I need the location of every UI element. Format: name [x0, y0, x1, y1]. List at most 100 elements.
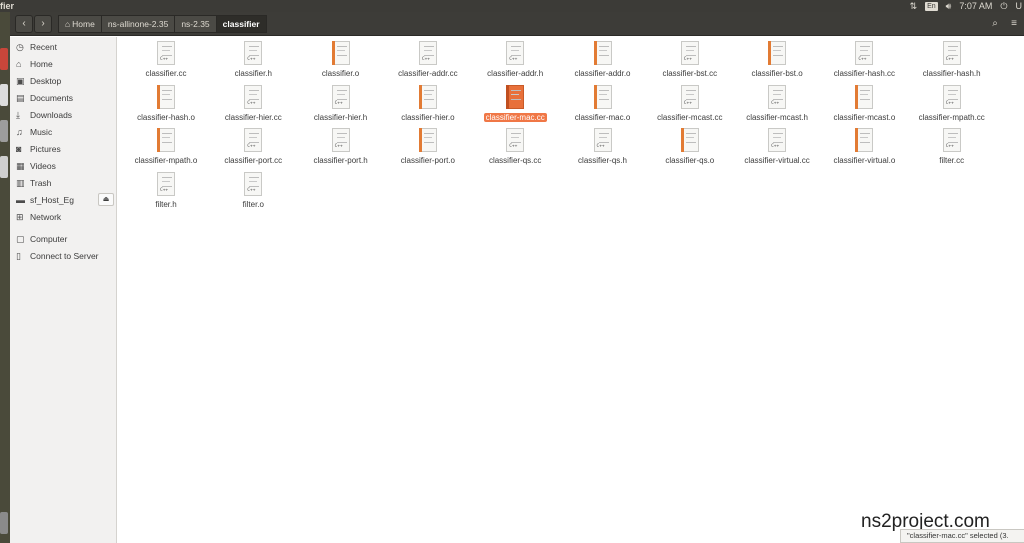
file-icon: C++ — [506, 41, 525, 65]
file-icon — [506, 84, 525, 109]
file-item[interactable]: C++ classifier.cc — [122, 38, 210, 80]
file-name-text: classifier.h — [234, 69, 272, 78]
file-name-text: classifier-qs.cc — [488, 156, 542, 165]
file-item[interactable]: classifier-mcast.o — [820, 82, 908, 124]
menu-button[interactable]: ≡ — [1006, 15, 1022, 33]
file-name-text: classifier-mac.cc — [483, 112, 547, 122]
file-item[interactable]: C++ classifier-port.cc — [209, 125, 297, 167]
search-button[interactable]: ⌕ — [986, 15, 1004, 33]
file-item[interactable]: C++ filter.cc — [908, 125, 996, 167]
keyboard-layout-indicator[interactable]: En — [925, 1, 938, 11]
window-title: fier — [0, 1, 15, 11]
file-icon — [855, 84, 874, 109]
file-item[interactable]: classifier-hier.o — [384, 82, 472, 124]
file-icon — [331, 41, 350, 65]
sidebar-item-connect-to-server[interactable]: ▯ Connect to Server — [10, 248, 116, 264]
file-item[interactable]: classifier-addr.o — [559, 38, 647, 80]
file-item[interactable]: C++ classifier-mcast.cc — [646, 82, 734, 124]
launcher-app-icon[interactable] — [0, 156, 8, 178]
file-item[interactable]: classifier.o — [297, 38, 385, 80]
file-name: classifier-port.o — [384, 156, 472, 165]
launcher-app-icon[interactable] — [0, 120, 8, 142]
forward-button[interactable]: › — [34, 15, 52, 33]
file-item[interactable]: C++ classifier-bst.cc — [646, 38, 734, 80]
sidebar-item-pictures[interactable]: ◙ Pictures — [10, 141, 116, 157]
clock[interactable]: 7:07 AM — [959, 0, 992, 12]
sidebar-item-documents[interactable]: ▤ Documents — [10, 90, 116, 106]
file-name: classifier-bst.o — [733, 69, 821, 78]
breadcrumb-classifier[interactable]: classifier — [215, 15, 267, 33]
breadcrumb-home[interactable]: ⌂ Home — [58, 15, 102, 33]
file-item[interactable]: classifier-mpath.o — [122, 125, 210, 167]
file-icon — [680, 128, 699, 152]
file-item[interactable]: classifier-mac.o — [559, 82, 647, 124]
file-icon: C++ — [593, 128, 612, 152]
file-item[interactable]: C++ classifier-hash.h — [908, 38, 996, 80]
file-item[interactable]: C++ classifier-mpath.cc — [908, 82, 996, 124]
file-item[interactable]: C++ filter.h — [122, 169, 210, 211]
launcher-app-icon[interactable] — [0, 48, 8, 70]
file-name: classifier-hash.o — [122, 113, 210, 122]
breadcrumb-label: ns-2.35 — [181, 19, 210, 29]
breadcrumb-ns-2-35[interactable]: ns-2.35 — [174, 15, 217, 33]
sidebar-item-label: Videos — [30, 161, 56, 171]
file-item[interactable]: C++ filter.o — [209, 169, 297, 211]
file-name: filter.cc — [908, 156, 996, 165]
file-name-text: classifier-hier.cc — [224, 112, 282, 122]
user-indicator[interactable]: U — [1016, 0, 1023, 12]
file-item[interactable]: C++ classifier-hier.cc — [209, 82, 297, 124]
file-item[interactable]: classifier-bst.o — [733, 38, 821, 80]
file-name: classifier-virtual.cc — [733, 156, 821, 165]
sidebar-item-sf-host-eg[interactable]: ▬ sf_Host_Eg ⏏ — [10, 192, 116, 208]
back-button[interactable]: ‹ — [15, 15, 33, 33]
file-item[interactable]: classifier-virtual.o — [820, 125, 908, 167]
file-item[interactable]: C++ classifier-qs.cc — [471, 125, 559, 167]
file-item[interactable]: C++ classifier-qs.h — [559, 125, 647, 167]
sidebar-item-desktop[interactable]: ▣ Desktop — [10, 73, 116, 89]
eject-icon: ⏏ — [102, 196, 110, 203]
launcher-files-icon[interactable] — [0, 84, 8, 106]
file-icon: C++ — [331, 128, 350, 152]
file-item[interactable]: C++ classifier.h — [209, 38, 297, 80]
file-view[interactable]: C++ classifier.cc C++ classifier.h classifie… — [118, 37, 1024, 543]
file-item[interactable]: C++ classifier-mcast.h — [733, 82, 821, 124]
file-item[interactable]: C++ classifier-virtual.cc — [733, 125, 821, 167]
file-name: classifier-mpath.cc — [908, 113, 996, 122]
eject-button[interactable]: ⏏ — [98, 193, 114, 206]
sidebar-item-videos[interactable]: ▦ Videos — [10, 158, 116, 174]
file-item[interactable]: classifier-port.o — [384, 125, 472, 167]
volume-icon[interactable]: 🔊︎ — [946, 0, 952, 12]
file-icon — [593, 41, 612, 65]
sidebar-item-music[interactable]: ♫ Music — [10, 124, 116, 140]
file-name-text: classifier-hash.h — [922, 69, 981, 78]
sidebar-item-label: Computer — [30, 234, 68, 244]
sidebar-item-label: Pictures — [30, 144, 61, 154]
file-item[interactable]: C++ classifier-hier.h — [297, 82, 385, 124]
file-item[interactable]: C++ classifier-addr.cc — [384, 38, 472, 80]
file-item[interactable]: classifier-qs.o — [646, 125, 734, 167]
file-item[interactable]: classifier-mac.cc — [471, 82, 559, 124]
launcher-trash-icon[interactable] — [0, 512, 8, 534]
file-item[interactable]: C++ classifier-hash.cc — [820, 38, 908, 80]
power-icon[interactable]: ⏻ — [1000, 0, 1007, 12]
file-item[interactable]: C++ classifier-port.h — [297, 125, 385, 167]
file-icon: C++ — [244, 41, 263, 65]
sidebar-item-computer[interactable]: ▢ Computer — [10, 231, 116, 247]
file-name-text: classifier-mac.o — [574, 112, 631, 122]
sidebar-item-recent[interactable]: ◷ Recent — [10, 39, 116, 55]
sidebar-item-network[interactable]: ⊞ Network — [10, 209, 116, 225]
file-item[interactable]: classifier-hash.o — [122, 82, 210, 124]
file-icon: C++ — [244, 128, 263, 152]
sidebar-item-home[interactable]: ⌂ Home — [10, 56, 116, 72]
file-item[interactable]: C++ classifier-addr.h — [471, 38, 559, 80]
network-arrows-icon[interactable]: ⇅ — [910, 0, 918, 12]
breadcrumb-ns-allinone[interactable]: ns-allinone-2.35 — [100, 15, 176, 33]
sidebar-item-downloads[interactable]: ⤓ Downloads — [10, 107, 116, 123]
clock-icon: ◷ — [16, 42, 24, 52]
file-name: classifier.cc — [122, 69, 210, 78]
file-name-text: classifier-mcast.h — [746, 112, 808, 122]
file-name-text: classifier-virtual.cc — [744, 156, 810, 165]
sidebar-item-trash[interactable]: ▥ Trash — [10, 175, 116, 191]
file-name: classifier-qs.cc — [471, 156, 559, 165]
file-name-text: classifier-bst.o — [751, 69, 803, 78]
